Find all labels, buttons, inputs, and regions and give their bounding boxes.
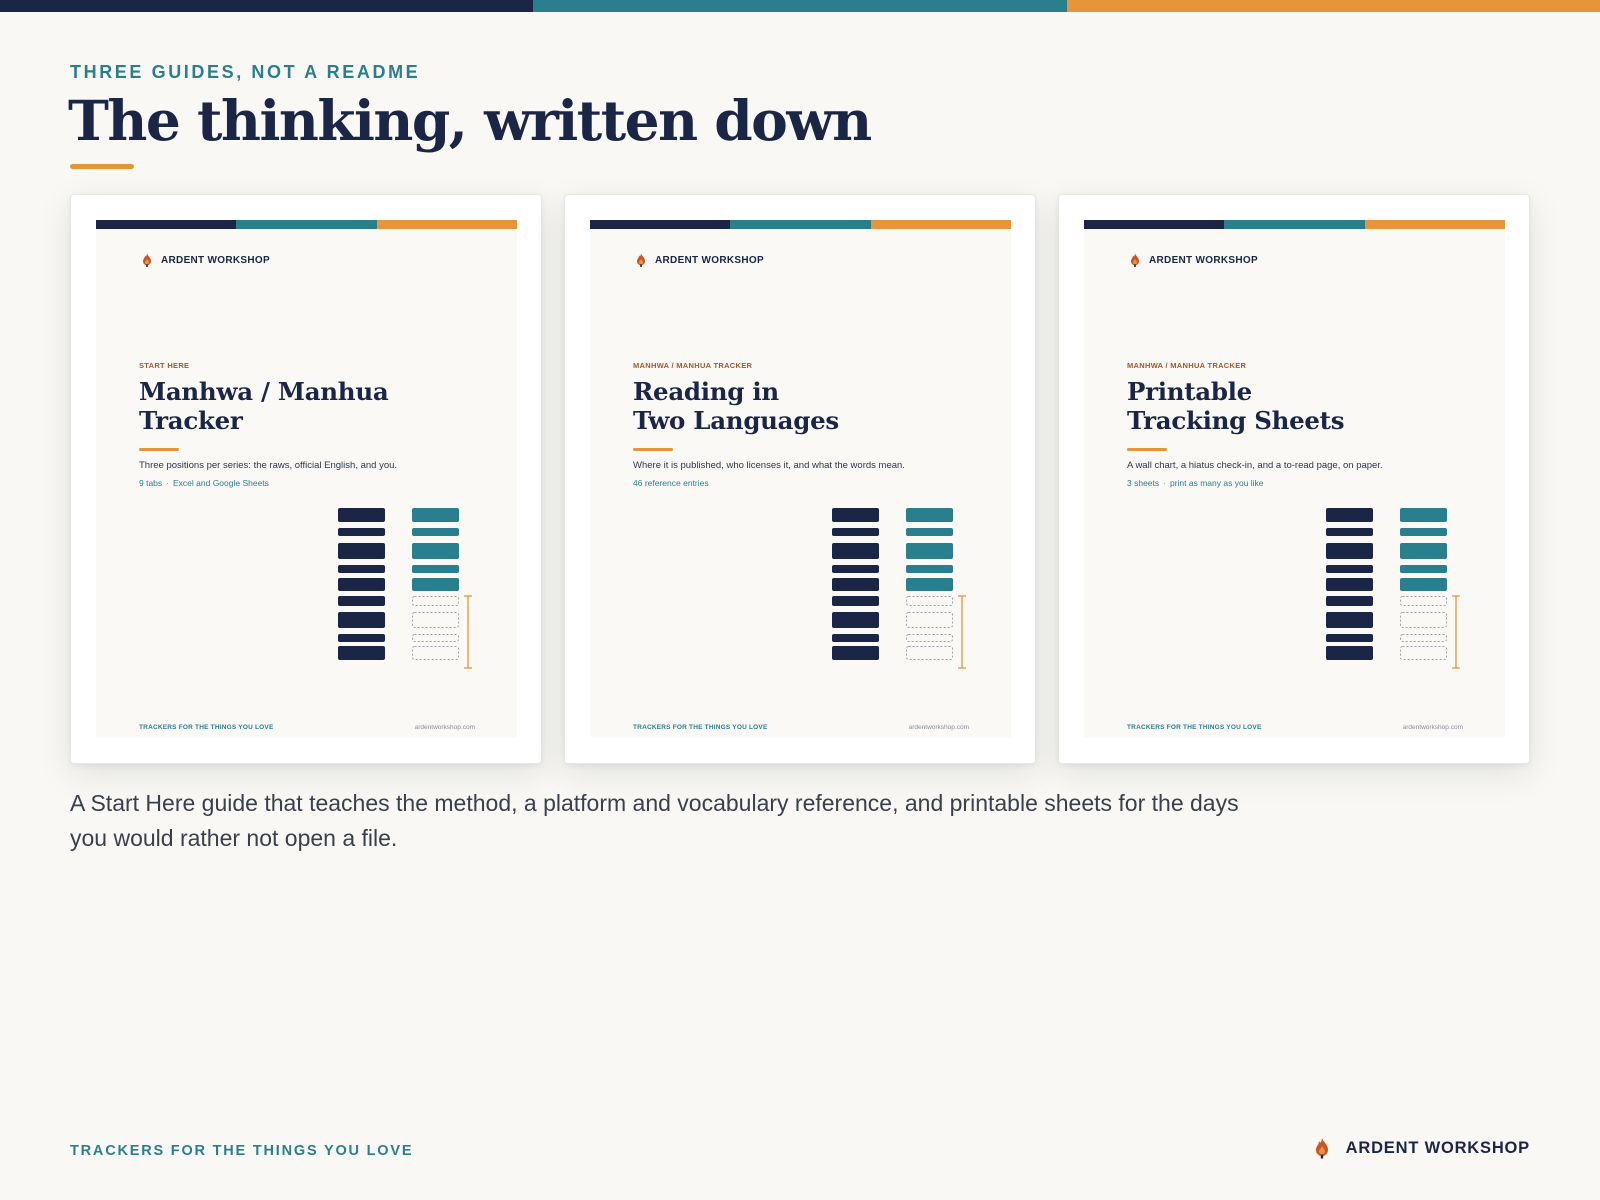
footer-brand-name: ARDENT WORKSHOP [1345,1138,1530,1157]
shelf-illustration [832,508,972,670]
cover-brand: ARDENT WORKSHOP [1127,252,1258,268]
cover-bar-navy [590,220,731,229]
guide-card[interactable]: ARDENT WORKSHOP MANHWA / MANHUA TRACKER Re… [564,194,1036,764]
doc-title-underline [1127,448,1167,451]
doc-description: Three positions per series: the raws, of… [139,460,398,471]
top-color-bar [0,0,1600,12]
doc-footer-tagline: TRACKERS FOR THE THINGS YOU LOVE [633,724,768,731]
document-cover: ARDENT WORKSHOP MANHWA / MANHUA TRACKER Re… [590,220,1011,737]
doc-footer-url: ardentworkshop.com [908,724,969,731]
doc-title: Printable Tracking Sheets [1127,377,1487,435]
doc-footer-tagline: TRACKERS FOR THE THINGS YOU LOVE [139,724,274,731]
shelf-illustration-icon [1326,508,1460,669]
cover-brand-name: ARDENT WORKSHOP [655,254,764,266]
doc-title-line: Two Languages [633,406,839,435]
doc-meta: 46 reference entries [633,478,709,488]
meta-separator: · [1163,478,1166,488]
doc-title: Reading in Two Languages [633,377,993,435]
document-cover: ARDENT WORKSHOP START HERE Manhwa / Manhua… [96,220,517,737]
doc-eyebrow: MANHWA / MANHUA TRACKER [1127,361,1247,370]
cover-brand: ARDENT WORKSHOP [139,252,270,268]
doc-title-underline [139,448,179,451]
flame-logo-icon [1127,252,1143,268]
top-bar-teal [533,0,1067,12]
flame-logo-icon [633,252,649,268]
footer-tagline: TRACKERS FOR THE THINGS YOU LOVE [70,1143,414,1159]
doc-description: Where it is published, who licenses it, … [633,460,905,471]
flame-logo-icon [139,252,155,268]
top-bar-orange [1066,0,1600,12]
shelf-illustration [338,508,478,670]
flame-logo-icon [1315,1138,1328,1159]
shelf-illustration [1326,508,1466,670]
doc-footer-url: ardentworkshop.com [1402,724,1463,731]
cover-bar-teal [1224,220,1365,229]
section-eyebrow: THREE GUIDES, NOT A README [70,62,421,82]
cover-brand: ARDENT WORKSHOP [633,252,764,268]
doc-footer-tagline: TRACKERS FOR THE THINGS YOU LOVE [1127,724,1262,731]
doc-eyebrow: START HERE [139,361,190,370]
doc-description: A wall chart, a hiatus check-in, and a t… [1127,460,1383,471]
meta-item: 9 tabs [139,478,163,488]
cover-color-bar [96,220,517,229]
shelf-illustration-icon [338,508,472,669]
cover-bar-orange [1364,220,1505,229]
doc-title-line: Printable [1127,377,1252,406]
document-cover: ARDENT WORKSHOP MANHWA / MANHUA TRACKER Pr… [1084,220,1505,737]
doc-footer-url: ardentworkshop.com [414,724,475,731]
doc-title-line: Manhwa / Manhua [139,377,389,406]
top-bar-navy [0,0,534,12]
title-underline [70,164,134,169]
cover-color-bar [1084,220,1505,229]
cover-color-bar [590,220,1011,229]
doc-eyebrow: MANHWA / MANHUA TRACKER [633,361,753,370]
caption-text: A Start Here guide that teaches the meth… [70,790,1239,851]
meta-item: 3 sheets [1127,478,1160,488]
cover-bar-navy [96,220,237,229]
doc-meta: 9 tabs · Excel and Google Sheets [139,478,269,488]
cover-bar-navy [1084,220,1225,229]
doc-title-line: Reading in [633,377,779,406]
cover-bar-teal [236,220,377,229]
meta-item: 46 reference entries [633,478,709,488]
cover-bar-teal [730,220,871,229]
footer-brand[interactable]: ARDENT WORKSHOP [1310,1136,1530,1160]
doc-title-underline [633,448,673,451]
cover-brand-name: ARDENT WORKSHOP [1149,254,1258,266]
cover-bar-orange [870,220,1011,229]
doc-title: Manhwa / Manhua Tracker [139,377,499,435]
doc-title-line: Tracker [139,406,243,435]
doc-meta: 3 sheets · print as many as you like [1127,478,1264,488]
cover-bar-orange [376,220,517,229]
meta-item: Excel and Google Sheets [173,478,269,488]
page-title: The thinking, written down [68,88,872,153]
meta-separator: · [166,478,169,488]
meta-item: print as many as you like [1169,478,1264,488]
guide-card[interactable]: ARDENT WORKSHOP START HERE Manhwa / Manhua… [70,194,542,764]
guide-card[interactable]: ARDENT WORKSHOP MANHWA / MANHUA TRACKER Pr… [1058,194,1530,764]
doc-title-line: Tracking Sheets [1127,406,1345,435]
shelf-illustration-icon [832,508,966,669]
cover-brand-name: ARDENT WORKSHOP [161,254,270,266]
